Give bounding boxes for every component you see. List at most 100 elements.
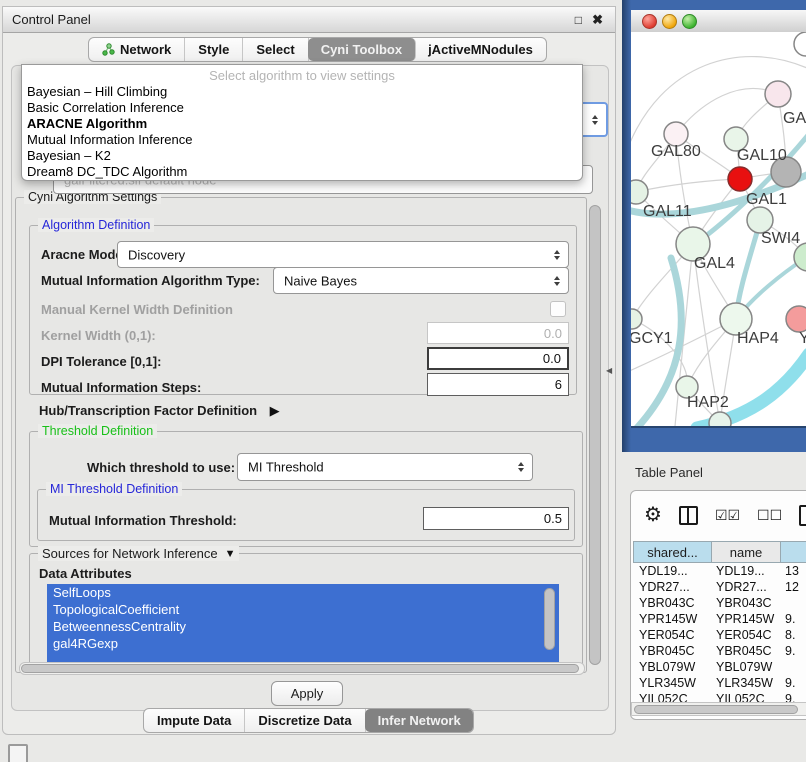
- tab-select[interactable]: Select: [243, 38, 308, 61]
- zoom-traffic-light[interactable]: [682, 14, 697, 29]
- column-header-name[interactable]: name: [712, 541, 781, 563]
- sources-expander[interactable]: Sources for Network Inference ▼: [38, 546, 239, 561]
- cell: 9.: [781, 612, 806, 626]
- float-window-icon[interactable]: □: [575, 14, 582, 27]
- table-panel-title: Table Panel: [635, 465, 703, 480]
- table-row[interactable]: YER054C YER054C 8.: [633, 627, 806, 643]
- gear-icon[interactable]: ⚙: [644, 505, 662, 525]
- window-frame-edge: [631, 426, 806, 428]
- list-item-selected[interactable]: SelfLoops: [47, 584, 559, 601]
- which-threshold-combobox[interactable]: MI Threshold: [237, 453, 533, 481]
- tab-infer-network[interactable]: Infer Network: [365, 709, 474, 732]
- algorithm-option-basic-correlation[interactable]: Basic Correlation Inference: [22, 100, 582, 116]
- dropdown-placeholder: Select algorithm to view settings: [22, 67, 582, 84]
- mi-threshold-field[interactable]: 0.5: [423, 507, 569, 530]
- cell: 9.: [781, 676, 806, 690]
- algorithm-option-aracne[interactable]: ARACNE Algorithm: [22, 116, 582, 132]
- cell: YPR145W: [712, 612, 781, 626]
- dpi-tolerance-field[interactable]: 0.0: [427, 347, 569, 370]
- node-label: Y: [799, 330, 806, 347]
- tab-style[interactable]: Style: [185, 38, 243, 61]
- list-item-selected[interactable]: [47, 652, 559, 662]
- cell: 13: [781, 564, 806, 578]
- tab-label: Impute Data: [157, 713, 231, 728]
- cell: 9.: [781, 644, 806, 658]
- table-hscrollbar-thumb[interactable]: [634, 705, 798, 714]
- apply-button[interactable]: Apply: [271, 681, 343, 706]
- screen: Control Panel □ ✖ Network Style Select: [0, 0, 806, 762]
- column-header-partial[interactable]: [781, 541, 806, 563]
- table-row[interactable]: YDL19... YDL19... 13: [633, 563, 806, 579]
- node-salmon[interactable]: [786, 306, 806, 332]
- control-panel-tabbar: Network Style Select Cyni Toolbox jActiv…: [88, 37, 547, 62]
- tab-network[interactable]: Network: [89, 38, 185, 61]
- cell: YER054C: [633, 628, 712, 642]
- cyni-bottom-tabbar: Impute Data Discretize Data Infer Networ…: [143, 708, 474, 733]
- deselect-all-icon[interactable]: ☐☐: [757, 508, 782, 522]
- list-item-selected[interactable]: TopologicalCoefficient: [47, 601, 559, 618]
- manual-kernel-checkbox[interactable]: [550, 301, 566, 317]
- combo-arrows-icon: [518, 462, 524, 472]
- close-icon[interactable]: ✖: [592, 13, 603, 26]
- algorithm-option-dream8[interactable]: Dream8 DC_TDC Algorithm: [22, 164, 582, 180]
- tab-impute-data[interactable]: Impute Data: [144, 709, 245, 732]
- cell: YDR27...: [633, 580, 712, 594]
- cell: YBL079W: [712, 660, 781, 674]
- list-scrollbar-thumb[interactable]: [544, 588, 555, 650]
- list-item-selected[interactable]: gal4RGexp: [47, 635, 559, 652]
- tab-jactivemnodules[interactable]: jActiveMNodules: [415, 38, 546, 61]
- node-gal-partial[interactable]: [765, 81, 791, 107]
- mi-algorithm-type-combobox[interactable]: Naive Bayes: [273, 267, 569, 294]
- table-hscrollbar-track: [631, 702, 806, 716]
- list-item-selected[interactable]: BetweennessCentrality: [47, 618, 559, 635]
- tab-cyni-toolbox[interactable]: Cyni Toolbox: [308, 38, 416, 61]
- node-label: GAL1: [746, 191, 787, 208]
- table-row[interactable]: YPR145W YPR145W 9.: [633, 611, 806, 627]
- cell: YBL079W: [633, 660, 712, 674]
- column-header-shared-name[interactable]: shared...: [633, 541, 712, 563]
- group-title: Algorithm Definition: [38, 218, 154, 232]
- cell: YDL19...: [712, 564, 781, 578]
- mi-type-value: Naive Bayes: [284, 273, 357, 288]
- tab-discretize-data[interactable]: Discretize Data: [245, 709, 365, 732]
- table-row[interactable]: YBL079W YBL079W: [633, 659, 806, 675]
- network-window-titlebar[interactable]: [631, 10, 806, 33]
- node-GCY1[interactable]: [631, 309, 642, 329]
- table-body: YDL19... YDL19... 13 YDR27... YDR27... 1…: [633, 563, 806, 707]
- columns-icon[interactable]: [679, 506, 698, 525]
- select-all-icon[interactable]: ☑☑: [715, 508, 740, 522]
- network-icon: [102, 43, 115, 56]
- close-traffic-light[interactable]: [642, 14, 657, 29]
- table-row[interactable]: YDR27... YDR27... 12: [633, 579, 806, 595]
- combo-arrows-icon: [592, 115, 598, 125]
- splitter-collapse-arrow-icon[interactable]: ◀: [606, 366, 612, 375]
- tab-label: Select: [256, 42, 294, 57]
- group-title: Threshold Definition: [38, 424, 157, 438]
- mi-steps-field[interactable]: 6: [427, 373, 569, 396]
- table-row[interactable]: YLR345W YLR345W 9.: [633, 675, 806, 691]
- algorithm-option-bayesian-hill-climbing[interactable]: Bayesian – Hill Climbing: [22, 84, 582, 100]
- tab-label: jActiveMNodules: [428, 42, 533, 57]
- expander-collapsed-icon: ▶: [270, 403, 280, 418]
- node-GAL11[interactable]: [631, 180, 648, 204]
- network-canvas[interactable]: GAL GAL80 GAL10 GAL1 GAL11 SWI4 GAL4 GCY…: [631, 32, 806, 426]
- cell: YER054C: [712, 628, 781, 642]
- data-attributes-label: Data Attributes: [39, 566, 132, 581]
- algorithm-option-mutual-information[interactable]: Mutual Information Inference: [22, 132, 582, 148]
- node-GAL1-red[interactable]: [728, 167, 752, 191]
- minimize-traffic-light[interactable]: [662, 14, 677, 29]
- file-icon[interactable]: [799, 505, 806, 526]
- table-row[interactable]: YBR043C YBR043C: [633, 595, 806, 611]
- algorithm-option-bayesian-k2[interactable]: Bayesian – K2: [22, 148, 582, 164]
- tab-label: Network: [120, 42, 171, 57]
- settings-vscrollbar-thumb[interactable]: [589, 205, 601, 665]
- table-row[interactable]: YBR045C YBR045C 9.: [633, 643, 806, 659]
- mi-type-label: Mutual Information Algorithm Type:: [41, 273, 260, 288]
- hub-definition-expander[interactable]: Hub/Transcription Factor Definition ▶: [39, 402, 280, 420]
- kernel-width-field[interactable]: 0.0: [427, 322, 569, 344]
- aracne-mode-combobox[interactable]: Discovery: [117, 241, 569, 268]
- node-unlabeled[interactable]: [794, 32, 806, 56]
- settings-hscrollbar-thumb[interactable]: [21, 664, 579, 673]
- minimized-panel-icon[interactable]: [8, 744, 28, 762]
- dpi-tolerance-label: DPI Tolerance [0,1]:: [41, 354, 161, 369]
